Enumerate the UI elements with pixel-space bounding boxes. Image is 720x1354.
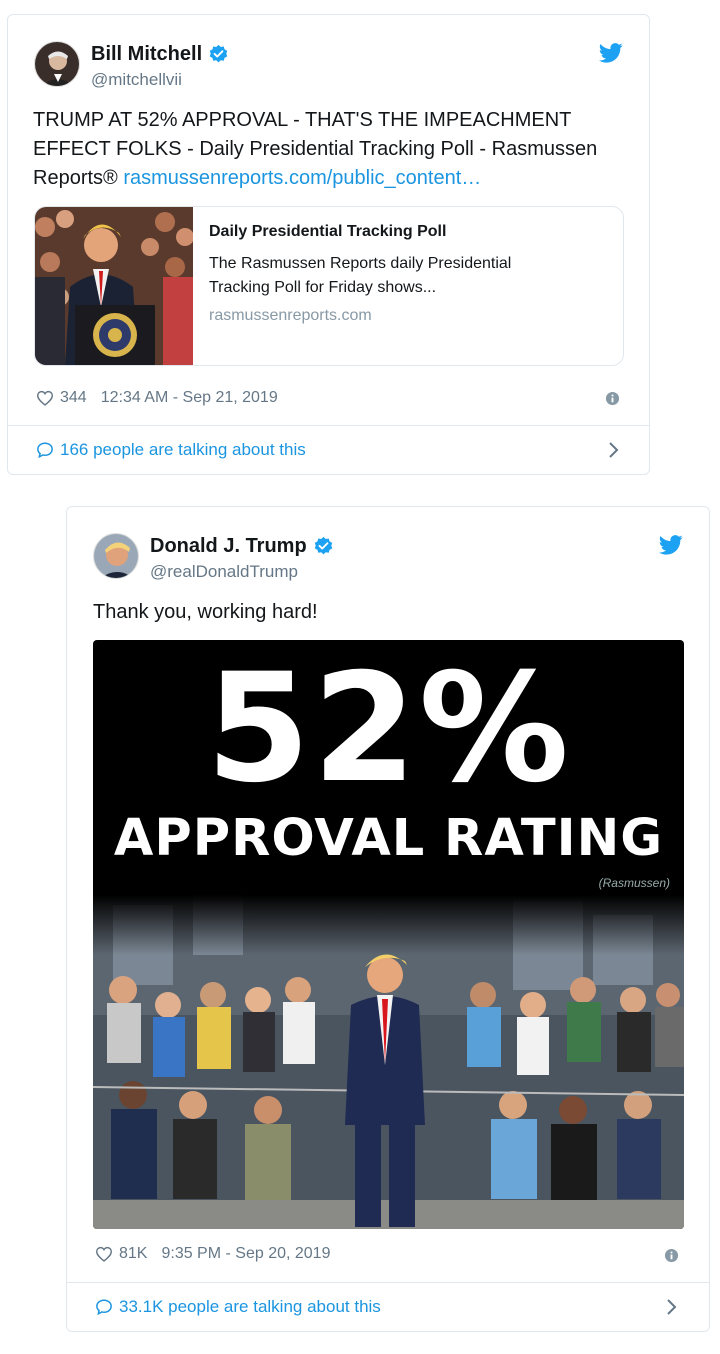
talking-count[interactable]: 33.1K people are talking about this — [119, 1297, 381, 1317]
card-domain: rasmussenreports.com — [209, 307, 372, 324]
info-icon[interactable] — [664, 1248, 679, 1263]
heart-icon[interactable] — [95, 1246, 113, 1262]
divider — [8, 425, 649, 426]
divider — [67, 1282, 709, 1283]
tweet-card-mitchell[interactable]: Bill Mitchell @mitchellvii TRUMP AT 52% … — [7, 14, 650, 475]
chevron-right-icon[interactable] — [666, 1298, 678, 1316]
conversation-link[interactable]: 33.1K people are talking about this — [95, 1297, 381, 1317]
tweet-text: Thank you, working hard! — [93, 601, 318, 623]
chevron-right-icon[interactable] — [608, 441, 620, 459]
author-name[interactable]: Bill Mitchell — [91, 43, 229, 66]
image-source: (Rasmussen) — [598, 876, 670, 890]
conversation-link[interactable]: 166 people are talking about this — [36, 440, 306, 460]
talking-count[interactable]: 166 people are talking about this — [60, 440, 306, 460]
like-count[interactable]: 81K — [119, 1245, 147, 1263]
image-subheadline: APPROVAL RATING — [113, 809, 664, 868]
twitter-bird-icon[interactable] — [659, 535, 683, 555]
comment-icon — [96, 1299, 112, 1316]
author-name-text[interactable]: Bill Mitchell — [91, 43, 202, 66]
crowd-photo — [93, 895, 684, 1229]
verified-icon — [314, 536, 332, 555]
tweet-card-trump[interactable]: Donald J. Trump @realDonaldTrump Thank y… — [66, 506, 710, 1332]
card-description: The Rasmussen Reports daily Presidential… — [209, 255, 512, 296]
heart-icon[interactable] — [36, 390, 54, 406]
author-name[interactable]: Donald J. Trump — [150, 535, 334, 558]
avatar[interactable] — [34, 41, 80, 87]
tweet-meta: 344 12:34 AM - Sep 21, 2019 — [36, 389, 278, 407]
avatar[interactable] — [93, 533, 139, 579]
verified-icon — [209, 44, 228, 63]
author-name-text[interactable]: Donald J. Trump — [150, 535, 307, 558]
author-handle[interactable]: @realDonaldTrump — [150, 562, 298, 582]
info-icon[interactable] — [605, 391, 620, 406]
image-headline: 52% — [205, 642, 572, 816]
link-preview-card[interactable]: Daily Presidential Tracking Poll The Ras… — [34, 206, 624, 366]
card-title[interactable]: Daily Presidential Tracking Poll — [209, 223, 446, 241]
like-count[interactable]: 344 — [60, 389, 87, 407]
author-handle[interactable]: @mitchellvii — [91, 70, 182, 90]
comment-icon — [37, 442, 53, 459]
twitter-bird-icon[interactable] — [599, 43, 623, 63]
card-thumbnail — [35, 207, 193, 365]
tweet-timestamp[interactable]: 12:34 AM - Sep 21, 2019 — [101, 389, 278, 407]
tweet-image[interactable]: 52% APPROVAL RATING (Rasmussen) — [93, 640, 684, 1229]
tweet-meta: 81K 9:35 PM - Sep 20, 2019 — [95, 1245, 330, 1263]
tweet-timestamp[interactable]: 9:35 PM - Sep 20, 2019 — [161, 1245, 330, 1263]
tweet-text: TRUMP AT 52% APPROVAL - THAT'S THE IMPEA… — [33, 106, 633, 193]
tweet-link[interactable]: rasmussenreports.com/public_content… — [123, 167, 481, 189]
